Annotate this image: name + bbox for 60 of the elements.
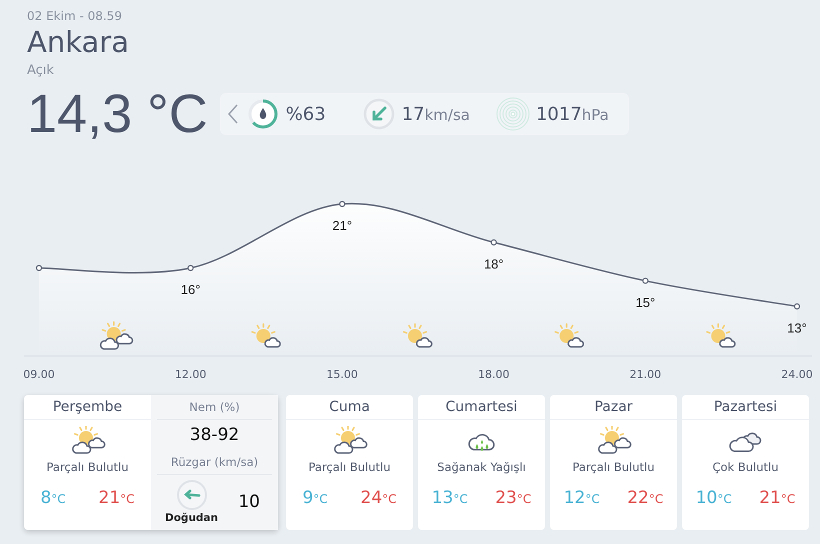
wind-direction-icon bbox=[362, 97, 396, 131]
weather-description: Parçalı Bulutlu bbox=[46, 460, 128, 474]
low-temperature: 12°C bbox=[564, 488, 600, 508]
value-label: 16° bbox=[180, 282, 200, 297]
axis-label: 21.00 bbox=[630, 368, 662, 381]
data-point bbox=[339, 200, 346, 208]
axis-label: 18.00 bbox=[478, 368, 510, 381]
wind-label: Rüzgar (km/sa) bbox=[157, 450, 272, 475]
high-temperature: 23°C bbox=[495, 488, 532, 508]
high-temperature: 21°C bbox=[98, 488, 135, 508]
current-temperature: 14,3 °C bbox=[27, 84, 208, 144]
day-name: Pazar bbox=[550, 395, 677, 420]
axis-label: 12.00 bbox=[174, 368, 206, 381]
data-point bbox=[188, 264, 194, 272]
weather-description: Sağanak Yağışlı bbox=[437, 460, 526, 474]
city-name: Ankara bbox=[27, 24, 130, 60]
pressure-value: 1017 bbox=[536, 104, 582, 124]
day-card[interactable]: Cumartesi Sağanak Yağışlı 13°C 23°C bbox=[418, 395, 545, 530]
axis-label: 24.00 bbox=[781, 368, 813, 381]
data-point bbox=[642, 278, 648, 284]
pressure-icon bbox=[496, 97, 530, 131]
weather-description: Parçalı Bulutlu bbox=[572, 460, 654, 474]
high-temperature: 22°C bbox=[627, 488, 664, 508]
low-temperature: 8°C bbox=[40, 488, 66, 508]
weather-description: Çok Bulutlu bbox=[712, 460, 779, 474]
weather-description: Parçalı Bulutlu bbox=[308, 460, 390, 474]
day-name: Cuma bbox=[286, 395, 413, 420]
day-card[interactable]: Pazar Parçalı Bulutlu 12°C 22°C bbox=[550, 395, 677, 530]
day-card[interactable]: Pazartesi Çok Bulutlu 10°C 21°C bbox=[682, 395, 809, 530]
condition-text: Açık bbox=[27, 62, 55, 80]
day-card[interactable]: Perşembe Parçalı Bulutlu 8°C 21°C Nem (%) 38-92 Rüzgar (km/sa) Doğudan 10 bbox=[24, 395, 278, 530]
wind-speed: 17 bbox=[402, 104, 425, 124]
chevron-left-icon[interactable] bbox=[226, 102, 240, 126]
low-temperature: 10°C bbox=[696, 488, 732, 508]
wind-direction-icon bbox=[176, 479, 208, 511]
high-temperature: 24°C bbox=[360, 488, 397, 508]
low-temperature: 9°C bbox=[302, 488, 328, 508]
humidity-label: Nem (%) bbox=[157, 395, 272, 420]
wind-speed: 10 bbox=[238, 492, 260, 512]
low-temperature: 13°C bbox=[432, 488, 468, 508]
day-name: Cumartesi bbox=[418, 395, 545, 420]
value-label: 13° bbox=[787, 320, 807, 336]
value-label: 15° bbox=[636, 294, 656, 310]
axis-label: 09.00 bbox=[23, 368, 55, 381]
date-time: 02 Ekim - 08.59 bbox=[27, 8, 123, 24]
day-card[interactable]: Cuma Parçalı Bulutlu 9°C 24°C bbox=[286, 395, 413, 530]
wind-direction: Doğudan bbox=[165, 512, 218, 524]
high-temperature: 21°C bbox=[759, 488, 796, 508]
data-point bbox=[794, 303, 800, 310]
wind-unit: km/sa bbox=[424, 106, 470, 124]
humidity-gauge bbox=[246, 97, 280, 131]
pressure-unit: hPa bbox=[582, 106, 609, 124]
data-point bbox=[490, 239, 497, 246]
axis-label: 15.00 bbox=[326, 368, 358, 381]
data-point bbox=[36, 264, 42, 272]
humidity-range: 38-92 bbox=[188, 424, 240, 447]
value-label: 21° bbox=[332, 218, 352, 233]
value-label: 18° bbox=[484, 256, 504, 272]
day-name: Pazartesi bbox=[682, 395, 809, 420]
humidity-value: %63 bbox=[286, 104, 326, 124]
